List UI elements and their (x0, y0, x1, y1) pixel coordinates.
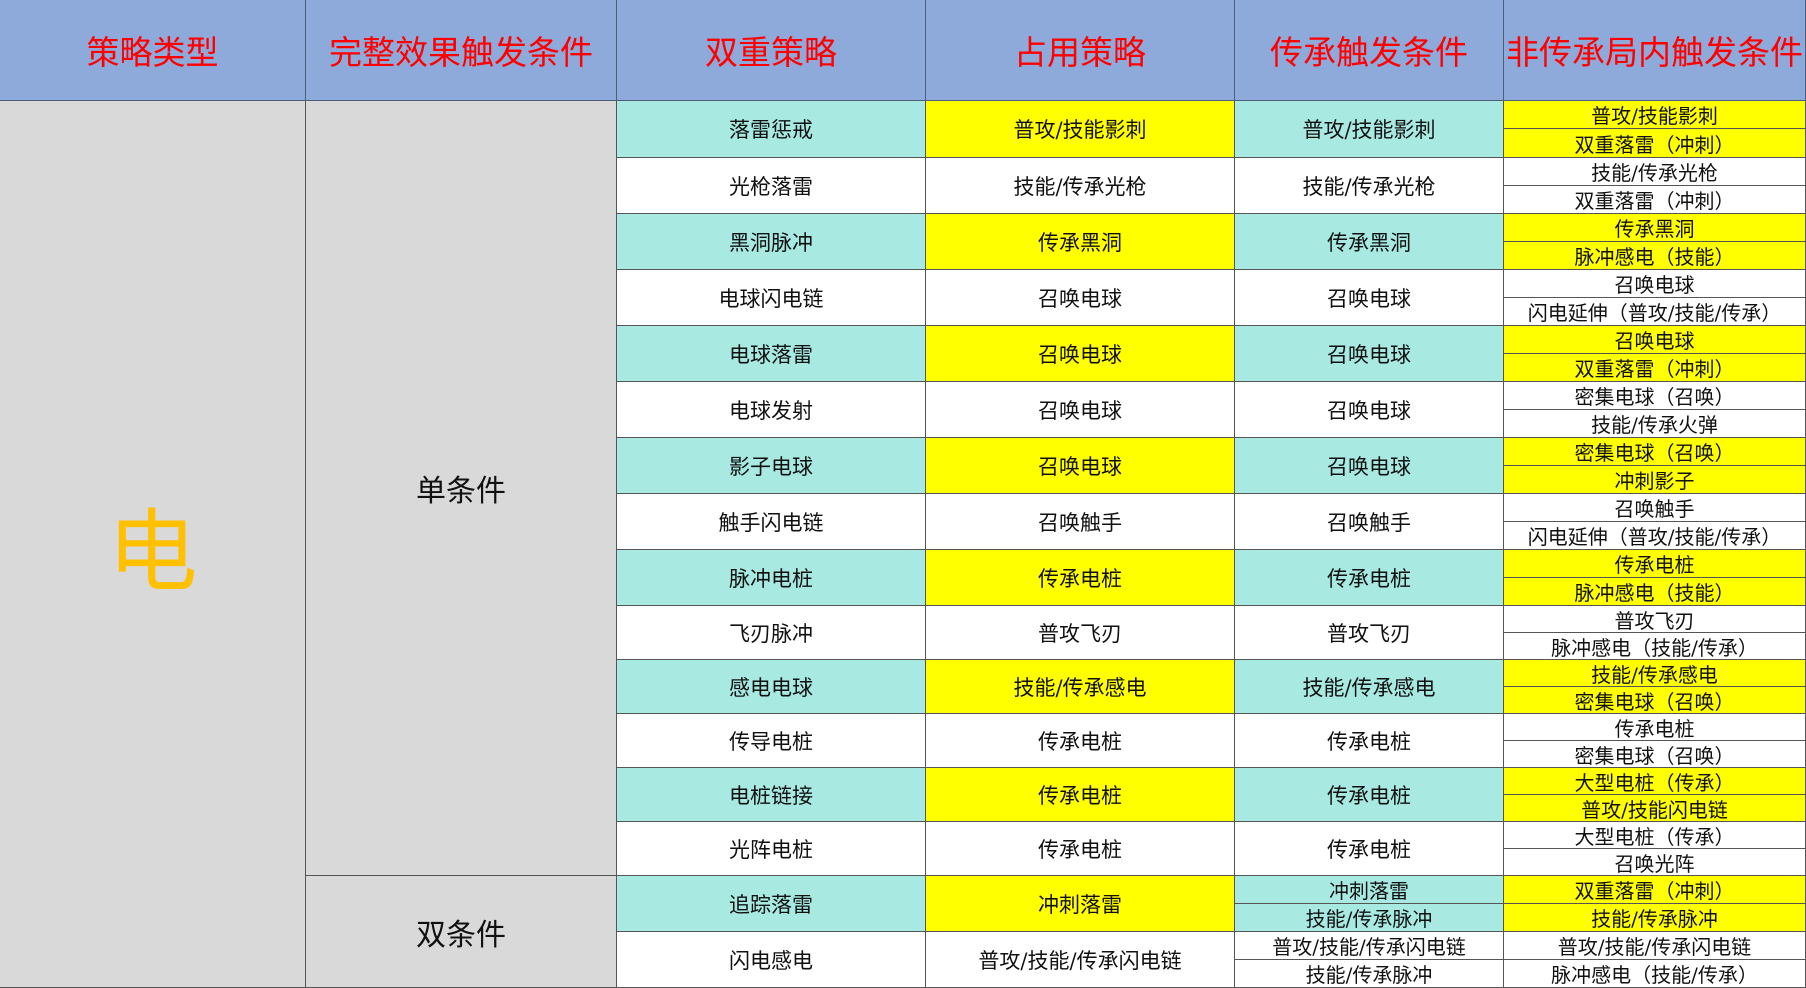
non-inherit-condition-cell: 传承电桩 (1504, 550, 1806, 578)
column-header-2: 完整效果触发条件 (306, 0, 617, 101)
strategy-name-cell: 闪电感电 (617, 932, 926, 988)
occupy-strategy-cell: 召唤电球 (926, 326, 1235, 382)
non-inherit-condition-cell: 闪电延伸（普攻/技能/传承） (1504, 522, 1806, 550)
strategy-name-cell: 光枪落雷 (617, 158, 926, 214)
non-inherit-condition-cell: 技能/传承脉冲 (1504, 904, 1806, 932)
non-inherit-condition-cell: 普攻/技能/传承闪电链 (1504, 932, 1806, 960)
column-header-3: 双重策略 (617, 0, 926, 101)
non-inherit-condition-cell: 脉冲感电（技能） (1504, 242, 1806, 270)
non-inherit-condition-cell: 召唤电球 (1504, 270, 1806, 298)
strategy-name-cell: 感电电球 (617, 660, 926, 714)
group-cell-double: 双条件 (306, 876, 617, 988)
non-inherit-condition-cell: 密集电球（召唤） (1504, 687, 1806, 714)
column-header-4: 占用策略 (926, 0, 1235, 101)
strategy-name-cell: 黑洞脉冲 (617, 214, 926, 270)
strategy-name-cell: 电球落雷 (617, 326, 926, 382)
non-inherit-condition-cell: 双重落雷（冲刺） (1504, 129, 1806, 158)
inherit-condition-cell: 传承电桩 (1235, 714, 1504, 768)
non-inherit-condition-cell: 密集电球（召唤） (1504, 438, 1806, 466)
non-inherit-condition-cell: 大型电桩（传承） (1504, 768, 1806, 795)
occupy-strategy-cell: 普攻/技能/传承闪电链 (926, 932, 1235, 988)
strategy-name-cell: 脉冲电桩 (617, 550, 926, 606)
non-inherit-condition-cell: 传承电桩 (1504, 714, 1806, 741)
inherit-condition-cell: 技能/传承脉冲 (1235, 904, 1504, 932)
strategy-name-cell: 追踪落雷 (617, 876, 926, 932)
non-inherit-condition-cell: 双重落雷（冲刺） (1504, 186, 1806, 214)
inherit-condition-cell: 普攻飞刃 (1235, 606, 1504, 660)
inherit-condition-cell: 召唤电球 (1235, 382, 1504, 438)
inherit-condition-cell: 传承黑洞 (1235, 214, 1504, 270)
column-header-5: 传承触发条件 (1235, 0, 1504, 101)
occupy-strategy-cell: 召唤电球 (926, 382, 1235, 438)
non-inherit-condition-cell: 脉冲感电（技能/传承） (1504, 960, 1806, 988)
non-inherit-condition-cell: 脉冲感电（技能/传承） (1504, 633, 1806, 660)
occupy-strategy-cell: 传承黑洞 (926, 214, 1235, 270)
strategy-name-cell: 电球闪电链 (617, 270, 926, 326)
non-inherit-condition-cell: 召唤电球 (1504, 326, 1806, 354)
strategy-name-cell: 电桩链接 (617, 768, 926, 822)
occupy-strategy-cell: 传承电桩 (926, 714, 1235, 768)
spreadsheet: 策略类型 完整效果触发条件 双重策略 占用策略 传承触发条件 非传承局内触发条件电单条件双… (0, 0, 1806, 988)
non-inherit-condition-cell: 技能/传承光枪 (1504, 158, 1806, 186)
occupy-strategy-cell: 技能/传承感电 (926, 660, 1235, 714)
non-inherit-condition-cell: 双重落雷（冲刺） (1504, 354, 1806, 382)
inherit-condition-cell: 召唤电球 (1235, 438, 1504, 494)
occupy-strategy-cell: 召唤触手 (926, 494, 1235, 550)
inherit-condition-cell: 传承电桩 (1235, 550, 1504, 606)
strategy-name-cell: 传导电桩 (617, 714, 926, 768)
occupy-strategy-cell: 传承电桩 (926, 768, 1235, 822)
column-header-1: 策略类型 (0, 0, 306, 101)
inherit-condition-cell: 技能/传承脉冲 (1235, 960, 1504, 988)
inherit-condition-cell: 召唤电球 (1235, 270, 1504, 326)
inherit-condition-cell: 召唤触手 (1235, 494, 1504, 550)
inherit-condition-cell: 召唤电球 (1235, 326, 1504, 382)
occupy-strategy-cell: 召唤电球 (926, 438, 1235, 494)
occupy-strategy-cell: 普攻/技能影刺 (926, 101, 1235, 158)
strategy-name-cell: 光阵电桩 (617, 822, 926, 876)
strategy-name-cell: 落雷惩戒 (617, 101, 926, 158)
occupy-strategy-cell: 普攻飞刃 (926, 606, 1235, 660)
strategy-name-cell: 电球发射 (617, 382, 926, 438)
inherit-condition-cell: 普攻/技能影刺 (1235, 101, 1504, 158)
occupy-strategy-cell: 技能/传承光枪 (926, 158, 1235, 214)
occupy-strategy-cell: 传承电桩 (926, 550, 1235, 606)
strategy-name-cell: 影子电球 (617, 438, 926, 494)
non-inherit-condition-cell: 双重落雷（冲刺） (1504, 876, 1806, 904)
strategy-name-cell: 飞刃脉冲 (617, 606, 926, 660)
inherit-condition-cell: 传承电桩 (1235, 768, 1504, 822)
non-inherit-condition-cell: 普攻飞刃 (1504, 606, 1806, 633)
non-inherit-condition-cell: 普攻/技能影刺 (1504, 101, 1806, 129)
non-inherit-condition-cell: 闪电延伸（普攻/技能/传承） (1504, 298, 1806, 326)
non-inherit-condition-cell: 密集电球（召唤） (1504, 741, 1806, 768)
non-inherit-condition-cell: 脉冲感电（技能） (1504, 578, 1806, 606)
inherit-condition-cell: 技能/传承光枪 (1235, 158, 1504, 214)
inherit-condition-cell: 传承电桩 (1235, 822, 1504, 876)
non-inherit-condition-cell: 技能/传承火弹 (1504, 410, 1806, 438)
occupy-strategy-cell: 召唤电球 (926, 270, 1235, 326)
non-inherit-condition-cell: 召唤触手 (1504, 494, 1806, 522)
non-inherit-condition-cell: 冲刺影子 (1504, 466, 1806, 494)
inherit-condition-cell: 普攻/技能/传承闪电链 (1235, 932, 1504, 960)
occupy-strategy-cell: 传承电桩 (926, 822, 1235, 876)
strategy-name-cell: 触手闪电链 (617, 494, 926, 550)
non-inherit-condition-cell: 普攻/技能闪电链 (1504, 795, 1806, 822)
inherit-condition-cell: 技能/传承感电 (1235, 660, 1504, 714)
occupy-strategy-cell: 冲刺落雷 (926, 876, 1235, 932)
non-inherit-condition-cell: 大型电桩（传承） (1504, 822, 1806, 849)
inherit-condition-cell: 冲刺落雷 (1235, 876, 1504, 904)
group-cell-single: 单条件 (306, 101, 617, 876)
non-inherit-condition-cell: 技能/传承感电 (1504, 660, 1806, 687)
non-inherit-condition-cell: 召唤光阵 (1504, 849, 1806, 876)
non-inherit-condition-cell: 密集电球（召唤） (1504, 382, 1806, 410)
category-cell: 电 (0, 101, 306, 988)
column-header-6: 非传承局内触发条件 (1504, 0, 1806, 101)
non-inherit-condition-cell: 传承黑洞 (1504, 214, 1806, 242)
